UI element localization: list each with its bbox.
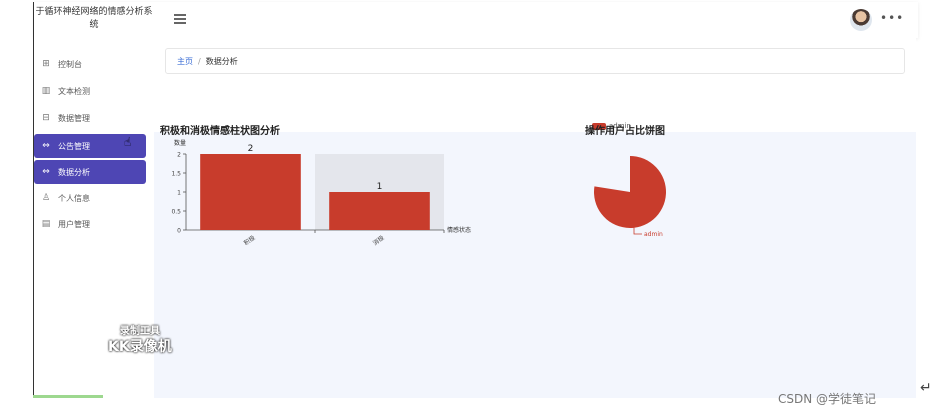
- csdn-watermark: CSDN @学徒笔记: [778, 392, 877, 406]
- sidebar-item[interactable]: ⊞ 控制台: [34, 52, 146, 76]
- x-tick-label: 消极: [371, 234, 385, 247]
- sidebar-item-label: 公告管理: [58, 141, 90, 151]
- document-icon: ▤: [41, 219, 51, 229]
- sidebar-item-label: 数据分析: [58, 167, 90, 177]
- cursor-icon: ☝: [124, 135, 132, 149]
- y-tick-label: 0: [177, 228, 181, 235]
- app-title-line2: 统: [89, 20, 99, 30]
- avatar[interactable]: [850, 9, 872, 31]
- screen: 于循环神经网络的情感分析系 统 ••• ⊞ 控制台 ▥ 文本检测 ⊟ 数据管理 ⇔ 公告管理 ⇔…: [0, 0, 945, 415]
- bar-chart: 0 0.5 1 1.5 2 数量情感状态 2 积极 1 消极: [171, 139, 471, 247]
- sidebar-item[interactable]: ⇔ 数据分析: [34, 160, 146, 184]
- sidebar-item[interactable]: ♙ 个人信息: [34, 186, 146, 210]
- bar-chart-icon: ▥: [41, 86, 51, 96]
- sidebar-item-label: 文本检测: [58, 86, 90, 96]
- breadcrumb: 主页 / 数据分析: [165, 48, 905, 74]
- pie-slice: [594, 156, 666, 228]
- breadcrumb-home[interactable]: 主页: [177, 56, 193, 67]
- breadcrumb-separator: /: [198, 56, 201, 66]
- more-icon[interactable]: •••: [880, 11, 904, 25]
- expand-icon: ⇔: [42, 141, 50, 151]
- expand-icon: ⇔: [42, 167, 50, 177]
- x-axis-label: 情感状态: [447, 226, 471, 234]
- sidebar-item-label: 个人信息: [58, 193, 90, 203]
- pie-slice-label: admin: [644, 231, 663, 238]
- main-content: 主页 / 数据分析 积极和消极情感柱状图分析 admin 操作用户占比饼图 00…: [154, 38, 916, 398]
- sidebar-item[interactable]: ▤ 用户管理: [34, 212, 146, 236]
- progress-strip: [33, 395, 103, 398]
- watermark-line1: 录制工具: [120, 326, 160, 337]
- bar: [200, 154, 301, 230]
- sidebar-item-label: 数据管理: [58, 113, 90, 123]
- user-icon: ♙: [41, 193, 51, 203]
- sidebar-item[interactable]: ⊟ 数据管理: [34, 106, 146, 130]
- sidebar-item[interactable]: ▥ 文本检测: [34, 79, 146, 103]
- breadcrumb-current: 数据分析: [205, 56, 238, 66]
- bar: [329, 192, 430, 230]
- y-tick-label: 1.5: [171, 171, 181, 178]
- app-title: 于循环神经网络的情感分析系 统: [34, 6, 154, 32]
- y-tick-label: 1: [177, 190, 181, 197]
- sidebar-item-label: 用户管理: [58, 219, 90, 229]
- top-bar: 于循环神经网络的情感分析系 统 •••: [34, 2, 918, 38]
- bar-value-label: 2: [248, 144, 254, 154]
- y-tick-label: 2: [177, 152, 181, 159]
- x-tick-label: 积极: [242, 234, 256, 247]
- table-icon: ⊟: [42, 113, 50, 123]
- sidebar-item-label: 控制台: [58, 59, 82, 69]
- pie-chart: admin: [594, 156, 666, 238]
- menu-toggle-icon[interactable]: [174, 14, 186, 24]
- app-title-line1: 于循环神经网络的情感分析系: [35, 7, 153, 17]
- bar-value-label: 1: [377, 182, 383, 192]
- enter-icon: ↵: [920, 380, 932, 396]
- y-tick-label: 0.5: [171, 209, 181, 216]
- y-axis-label: 数量: [174, 139, 186, 147]
- watermark-line2: KK录像机: [108, 339, 172, 355]
- dashboard-icon: ⊞: [42, 59, 50, 69]
